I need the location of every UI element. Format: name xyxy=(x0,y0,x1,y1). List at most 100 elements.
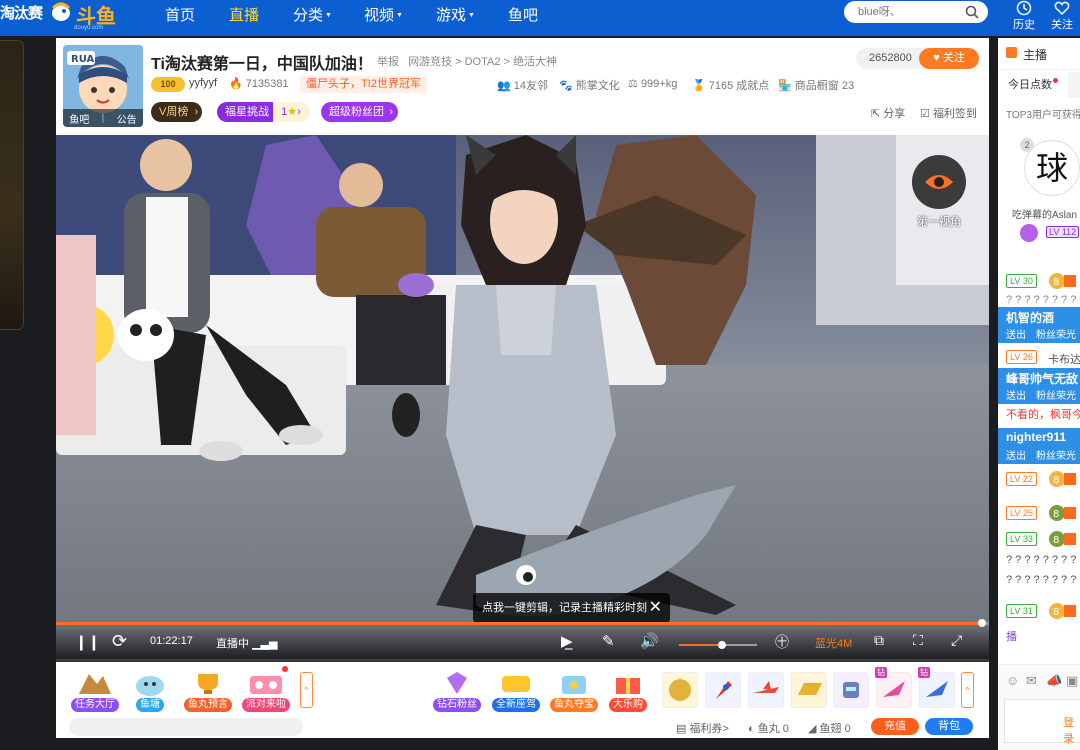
history-label: 历史 xyxy=(1013,19,1035,31)
treasure-button[interactable]: 鱼丸夺宝 xyxy=(548,670,600,712)
top3-notice: TOP3用户可获得 xyxy=(1006,110,1080,121)
anchor-avatar[interactable]: RUA 鱼吧 | 公告 xyxy=(63,45,143,127)
super-fans-badge[interactable]: 超级粉丝团 › xyxy=(321,102,398,122)
robot-icon[interactable] xyxy=(833,672,869,708)
fishball-balance: ◐ 鱼丸 0 xyxy=(748,723,789,735)
chat-message: LV 26 卡布达 xyxy=(998,346,1080,368)
friends-link[interactable]: 👥 14友邻 xyxy=(497,77,548,93)
chevron-up-icon[interactable]: ^ xyxy=(300,672,313,708)
gift-sender-name[interactable]: 机智的酒 xyxy=(1006,309,1054,326)
calendar-icon: ☑ xyxy=(920,108,930,120)
gift-notice-text: 送出 粉丝荣光 xyxy=(1006,330,1076,341)
sidebar-header: 主播 xyxy=(998,38,1080,70)
login-link[interactable]: 登录 xyxy=(1063,714,1080,746)
user-level-badge: LV 33 xyxy=(1006,532,1037,546)
volume-handle[interactable] xyxy=(717,641,726,649)
achievement-link[interactable]: 🏅 7165 成就点 xyxy=(692,77,769,93)
pause-icon[interactable]: ❙❙ xyxy=(75,633,100,651)
douyu-fish-icon[interactable] xyxy=(50,0,72,24)
volume-slider[interactable] xyxy=(679,641,757,649)
fishball-prophecy-button[interactable]: 鱼丸预言 xyxy=(182,670,234,712)
fullscreen-icon[interactable]: ⤢ xyxy=(951,632,962,649)
anchor-level-badge[interactable]: 100 xyxy=(151,77,185,92)
chat-text: ? ? ? ? ? ? ? ? xyxy=(1006,574,1077,586)
coupon-icon: ▤ xyxy=(676,723,687,735)
megaphone-icon[interactable]: 📣 xyxy=(1046,673,1062,689)
rank-card[interactable]: 2 球 吃弹幕的Aslan LV 112 xyxy=(998,128,1080,264)
video-player[interactable]: 第一视角 点我一键剪辑，记录主播精彩时刻 ✕ xyxy=(56,135,989,659)
follow-nav-button[interactable]: 关注 xyxy=(1044,0,1080,32)
bag-button[interactable]: 背包 xyxy=(925,718,973,735)
honor-tag[interactable]: 僵尸头子，TI2世界冠军 xyxy=(300,76,427,93)
mail-icon[interactable]: ✉ xyxy=(1026,673,1037,689)
quality-selector[interactable]: 蓝光4M xyxy=(815,635,852,651)
category-breadcrumb[interactable]: 网游竞技 > DOTA2 > 绝活大神 xyxy=(408,56,557,68)
heart-icon: ♥ xyxy=(933,52,940,64)
recharge-button[interactable]: 充值 xyxy=(871,718,919,735)
web-fullscreen-icon[interactable]: ⛶ xyxy=(913,632,923,649)
diamond-fans-button[interactable]: 钻石粉丝 xyxy=(431,670,483,712)
rocket-icon[interactable] xyxy=(705,672,741,708)
fish-pond-button[interactable]: 鱼塘 xyxy=(124,670,176,712)
chat-input[interactable]: 登录 xyxy=(1004,699,1080,746)
volume-icon[interactable]: 🔊 xyxy=(640,632,659,650)
nav-home[interactable]: 首页 xyxy=(165,4,195,25)
diamond-fans-label: 钻石粉丝 xyxy=(433,698,481,712)
gift-sender-name[interactable]: 峰哥帅气无敌 xyxy=(1006,370,1078,387)
task-hall-button[interactable]: 任务大厅 xyxy=(69,670,121,712)
gift-icon[interactable]: ▣ xyxy=(1066,673,1078,689)
search-input[interactable] xyxy=(858,4,958,20)
nav-category[interactable]: 分类 ▼ xyxy=(293,4,332,25)
blue-jet-icon[interactable]: 钻 xyxy=(918,667,955,708)
weekly-rank-badge[interactable]: V周榜 › xyxy=(151,102,203,122)
clip-tip-toast[interactable]: 点我一键剪辑，记录主播精彩时刻 ✕ xyxy=(473,593,670,623)
nav-games[interactable]: 游戏 ▼ xyxy=(436,4,475,25)
company-link[interactable]: 🐾 熊掌文化 xyxy=(559,77,620,93)
refresh-icon[interactable]: ⟳ xyxy=(112,631,127,652)
progress-handle[interactable] xyxy=(978,619,987,627)
pip-icon[interactable]: ⧉ xyxy=(874,632,884,649)
first-view-button[interactable]: 第一视角 xyxy=(912,155,966,229)
gift-notice-text: 送出 粉丝荣光 xyxy=(1006,391,1076,402)
shopping-button[interactable]: 大乐购 xyxy=(602,670,654,712)
nav-live[interactable]: 直播 xyxy=(229,4,259,25)
new-mount-button[interactable]: 全新座驾 xyxy=(490,670,542,712)
chevron-up-icon[interactable]: ^ xyxy=(961,672,974,708)
showcase-link[interactable]: 🏪 商品橱窗 23 xyxy=(778,77,854,93)
report-link[interactable]: 举报 xyxy=(377,56,399,68)
fishbar-tab[interactable]: 鱼吧 xyxy=(69,111,89,126)
follow-button[interactable]: ♥ 关注 xyxy=(919,48,979,69)
tab-today-points[interactable]: 今日点数 xyxy=(998,72,1068,98)
anchor-name[interactable]: yyfyyf xyxy=(189,77,217,89)
side-promo-banner[interactable] xyxy=(0,40,24,330)
edit-icon[interactable]: ✎ xyxy=(602,632,615,650)
checkin-button[interactable]: ☑ 福利签到 xyxy=(920,105,977,121)
gift-sender-name[interactable]: nighter911 xyxy=(1006,430,1066,444)
gold-bar-icon[interactable] xyxy=(791,672,827,708)
pink-jet-icon[interactable]: 钻 xyxy=(875,667,912,708)
progress-bar[interactable] xyxy=(56,619,989,627)
coupon-link[interactable]: ▤ 福利券> xyxy=(676,720,729,736)
search-icon[interactable] xyxy=(965,5,979,19)
chat-username[interactable]: 卡布达 xyxy=(1048,351,1080,367)
plane-icon[interactable] xyxy=(748,672,784,708)
event-logo[interactable]: 淘汰赛 xyxy=(0,2,43,23)
share-button[interactable]: ⇱ 分享 xyxy=(871,105,905,121)
fan-medal-icon: 8 xyxy=(1048,530,1076,548)
nav-video[interactable]: 视频 ▼ xyxy=(364,4,403,25)
announcement-tab[interactable]: 公告 xyxy=(117,111,137,126)
close-icon[interactable]: ✕ xyxy=(649,593,662,623)
nav-fishbar[interactable]: 鱼吧 xyxy=(508,4,538,25)
chat-text: ? ? ? ? ? ? ? ? xyxy=(1006,294,1077,306)
clip-video-icon[interactable]: ▶̲ xyxy=(561,632,573,650)
emoji-icon[interactable]: ☺ xyxy=(1006,673,1019,688)
svg-text:8: 8 xyxy=(1053,509,1059,520)
chat-input-strip[interactable] xyxy=(69,718,303,736)
gold-lion-icon[interactable] xyxy=(662,672,698,708)
lucky-star-challenge[interactable]: 福星挑战 1★› xyxy=(217,102,309,122)
chat-list[interactable]: LV 30 8 ? ? ? ? ? ? ? ? 机智的酒 送出 粉丝荣光 LV … xyxy=(998,264,1080,664)
history-button[interactable]: 历史 xyxy=(1006,0,1042,32)
party-button[interactable]: 派对来啦 xyxy=(240,666,292,712)
people-icon: 👥 xyxy=(497,80,511,92)
danmaku-toggle-icon[interactable]: ㊉ xyxy=(775,632,789,652)
